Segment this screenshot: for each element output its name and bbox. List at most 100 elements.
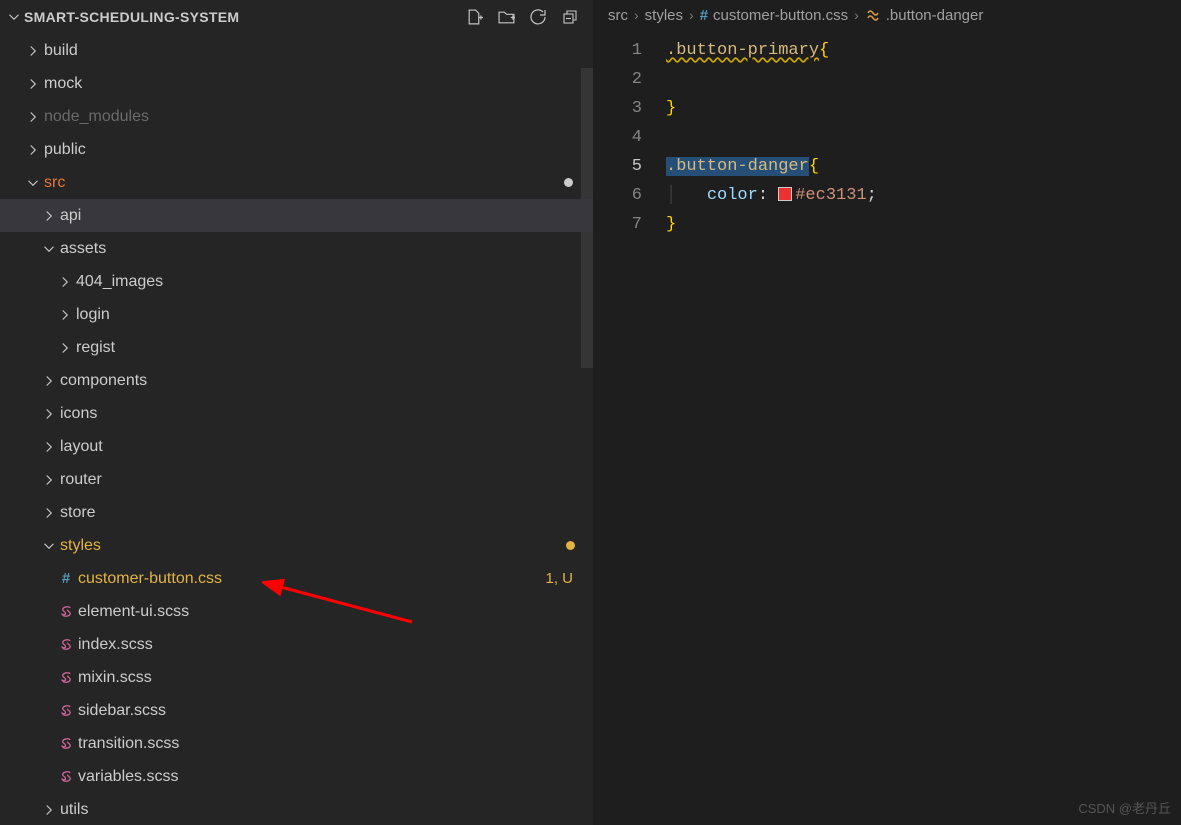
- tree-item-label: public: [42, 141, 593, 159]
- chevron-down-icon: [24, 177, 42, 189]
- sass-icon: [56, 769, 76, 784]
- tree-item-label: build: [42, 42, 593, 60]
- tree-item-label: components: [58, 372, 593, 390]
- chevron-right-icon: [40, 375, 58, 387]
- breadcrumb-segment[interactable]: src: [608, 7, 628, 24]
- tree-file[interactable]: transition.scss: [0, 727, 593, 760]
- tree-folder[interactable]: icons: [0, 397, 593, 430]
- chevron-down-icon: [6, 11, 22, 23]
- color-swatch-icon: [778, 187, 792, 201]
- hash-icon: #: [700, 7, 708, 24]
- tree-item-label: layout: [58, 438, 593, 456]
- tree-folder[interactable]: regist: [0, 331, 593, 364]
- code-line[interactable]: [666, 123, 877, 152]
- tree-item-label: router: [58, 471, 593, 489]
- tree-item-label: store: [58, 504, 593, 522]
- tree-item-label: mixin.scss: [76, 669, 593, 687]
- tree-item-label: customer-button.css: [76, 570, 545, 588]
- breadcrumb[interactable]: src › styles › # customer-button.css › .…: [594, 0, 1181, 30]
- tree-item-label: transition.scss: [76, 735, 593, 753]
- new-file-icon[interactable]: [465, 8, 483, 26]
- watermark-text: CSDN @老丹丘: [1078, 798, 1171, 817]
- tree-item-label: mock: [42, 75, 593, 93]
- chevron-right-icon: ›: [689, 7, 694, 23]
- tree-item-label: variables.scss: [76, 768, 593, 786]
- explorer-panel: SMART-SCHEDULING-SYSTEM build mock node_mo…: [0, 0, 593, 825]
- code-line[interactable]: │ color: #ec3131;: [666, 181, 877, 210]
- tree-folder[interactable]: login: [0, 298, 593, 331]
- tree-item-label: api: [58, 207, 593, 225]
- code-area[interactable]: 1234567 .button-primary{ } .button-dange…: [594, 30, 1181, 239]
- tree-item-label: element-ui.scss: [76, 603, 593, 621]
- tree-folder[interactable]: utils: [0, 793, 593, 825]
- code-line[interactable]: }: [666, 210, 877, 239]
- tree-folder[interactable]: store: [0, 496, 593, 529]
- line-number: 5: [594, 152, 642, 181]
- chevron-right-icon: [40, 210, 58, 222]
- chevron-right-icon: [56, 309, 74, 321]
- tree-folder[interactable]: 404_images: [0, 265, 593, 298]
- explorer-header[interactable]: SMART-SCHEDULING-SYSTEM: [0, 0, 593, 34]
- breadcrumb-segment[interactable]: .button-danger: [865, 7, 984, 24]
- collapse-all-icon[interactable]: [561, 8, 579, 26]
- tree-folder[interactable]: router: [0, 463, 593, 496]
- editor-panel: src › styles › # customer-button.css › .…: [593, 0, 1181, 825]
- chevron-right-icon: ›: [634, 7, 639, 23]
- tree-file[interactable]: index.scss: [0, 628, 593, 661]
- git-decoration: 1, U: [545, 570, 593, 587]
- tree-folder[interactable]: assets: [0, 232, 593, 265]
- line-number: 2: [594, 65, 642, 94]
- sass-icon: [56, 703, 76, 718]
- chevron-right-icon: [40, 408, 58, 420]
- tree-folder[interactable]: styles: [0, 529, 593, 562]
- hash-icon: #: [56, 570, 76, 587]
- line-number: 7: [594, 210, 642, 239]
- code-line[interactable]: [666, 65, 877, 94]
- chevron-right-icon: [24, 45, 42, 57]
- tree-file[interactable]: variables.scss: [0, 760, 593, 793]
- line-number-gutter: 1234567: [594, 36, 666, 239]
- css-selector-icon: [865, 7, 881, 23]
- chevron-right-icon: [40, 507, 58, 519]
- tree-item-label: login: [74, 306, 593, 324]
- code-line[interactable]: }: [666, 94, 877, 123]
- tree-folder[interactable]: node_modules: [0, 100, 593, 133]
- tree-folder[interactable]: components: [0, 364, 593, 397]
- chevron-right-icon: [56, 342, 74, 354]
- tree-item-label: styles: [58, 537, 566, 555]
- sass-icon: [56, 604, 76, 619]
- line-number: 6: [594, 181, 642, 210]
- tree-folder[interactable]: layout: [0, 430, 593, 463]
- tree-item-label: icons: [58, 405, 593, 423]
- refresh-icon[interactable]: [529, 8, 547, 26]
- line-number: 4: [594, 123, 642, 152]
- chevron-right-icon: [40, 441, 58, 453]
- new-folder-icon[interactable]: [497, 8, 515, 26]
- modified-dot-icon: [566, 541, 575, 550]
- tree-file[interactable]: mixin.scss: [0, 661, 593, 694]
- tree-folder[interactable]: src: [0, 166, 593, 199]
- tree-file[interactable]: element-ui.scss: [0, 595, 593, 628]
- tree-item-label: utils: [58, 801, 593, 819]
- tree-folder[interactable]: build: [0, 34, 593, 67]
- code-line[interactable]: .button-danger{: [666, 152, 877, 181]
- sass-icon: [56, 637, 76, 652]
- chevron-right-icon: [24, 144, 42, 156]
- breadcrumb-segment[interactable]: styles: [645, 7, 683, 24]
- line-number: 1: [594, 36, 642, 65]
- tree-item-label: src: [42, 174, 564, 192]
- code-line[interactable]: .button-primary{: [666, 36, 877, 65]
- line-number: 3: [594, 94, 642, 123]
- chevron-right-icon: [56, 276, 74, 288]
- tree-folder[interactable]: mock: [0, 67, 593, 100]
- tree-item-label: node_modules: [42, 108, 593, 126]
- tree-file[interactable]: #customer-button.css1, U: [0, 562, 593, 595]
- tree-folder[interactable]: public: [0, 133, 593, 166]
- chevron-down-icon: [40, 540, 58, 552]
- unsaved-dot-icon: [564, 178, 573, 187]
- code-content[interactable]: .button-primary{ } .button-danger{│ colo…: [666, 36, 877, 239]
- tree-item-label: sidebar.scss: [76, 702, 593, 720]
- breadcrumb-segment[interactable]: # customer-button.css: [700, 7, 848, 24]
- tree-folder[interactable]: api: [0, 199, 593, 232]
- tree-file[interactable]: sidebar.scss: [0, 694, 593, 727]
